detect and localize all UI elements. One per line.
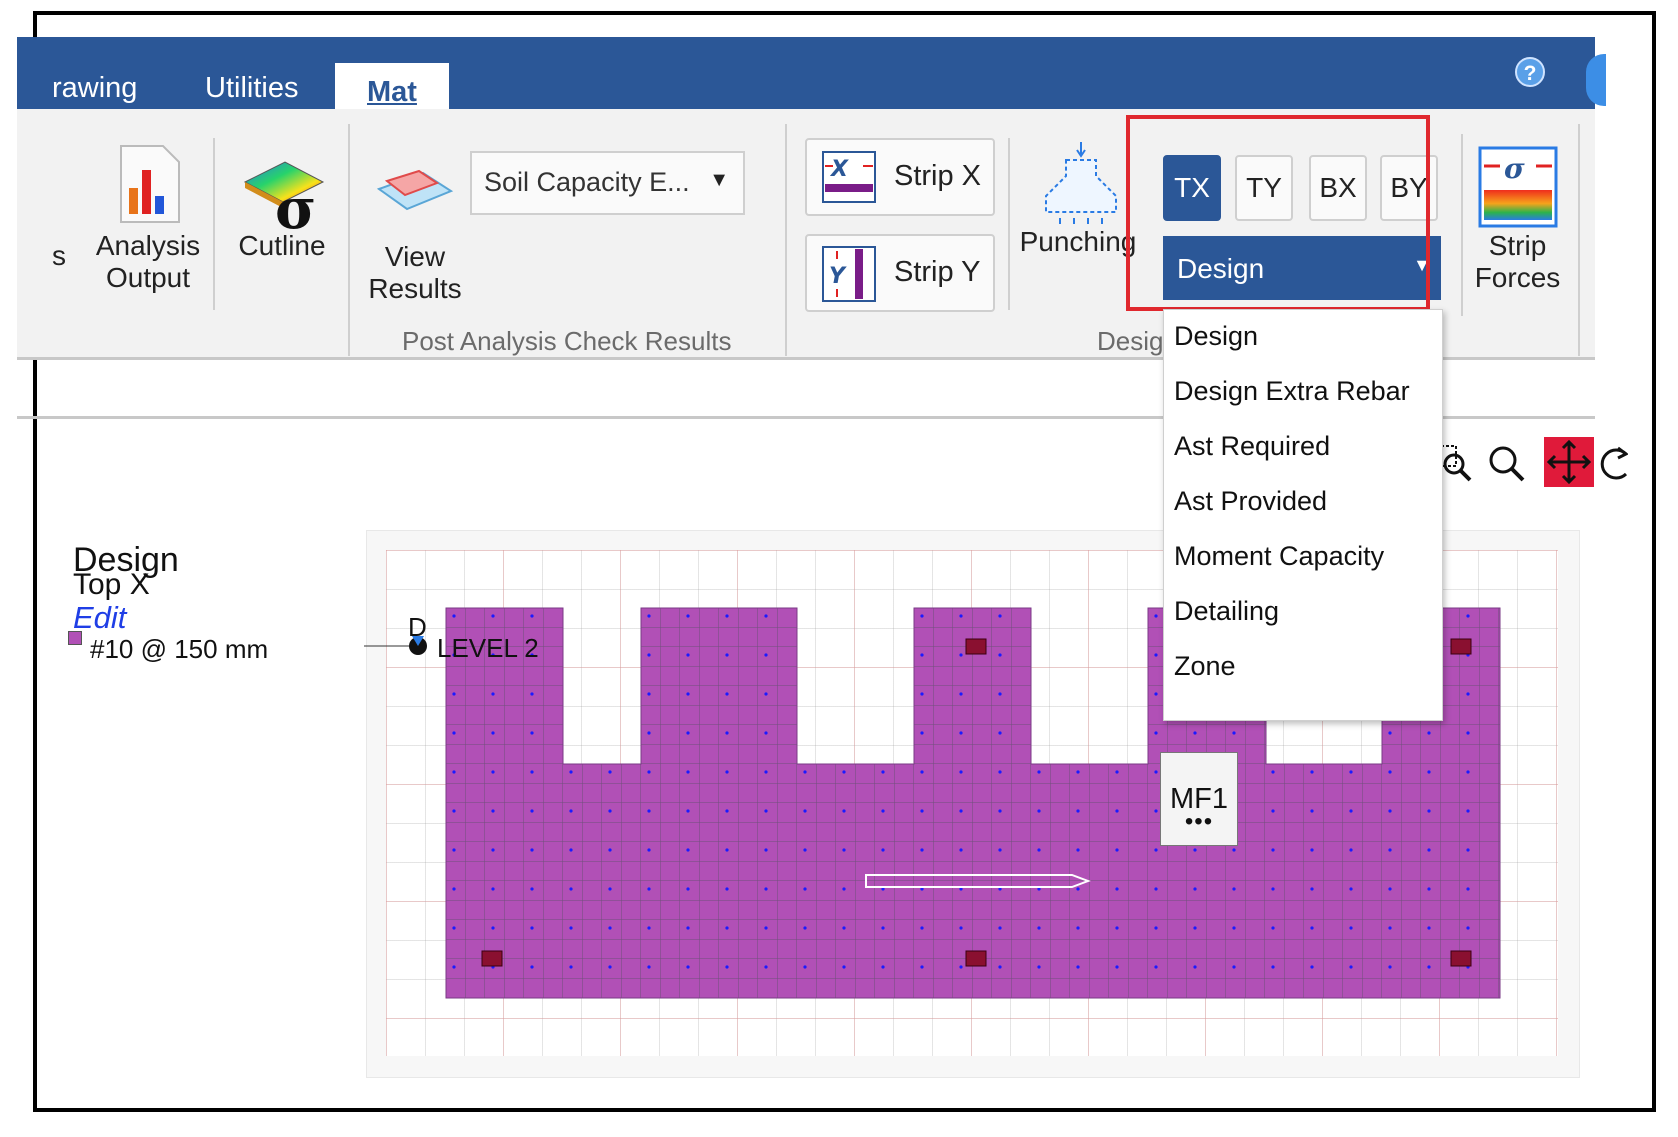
d-label: D [408, 612, 427, 642]
menu-item-ast-required[interactable]: Ast Required [1174, 431, 1330, 462]
more-icon: ••• [1184, 808, 1214, 835]
level-label: LEVEL 2 [437, 633, 539, 663]
mat-label-box[interactable]: MF1 ••• [1160, 752, 1238, 846]
menu-item-design-extra-rebar[interactable]: Design Extra Rebar [1174, 376, 1410, 407]
menu-item-ast-provided[interactable]: Ast Provided [1174, 486, 1327, 517]
menu-item-moment-capacity[interactable]: Moment Capacity [1174, 541, 1384, 572]
menu-item-detailing[interactable]: Detailing [1174, 596, 1279, 627]
menu-item-zone[interactable]: Zone [1174, 651, 1236, 682]
design-dropdown-menu: Design Design Extra Rebar Ast Required A… [1163, 309, 1443, 721]
menu-item-design[interactable]: Design [1174, 321, 1258, 352]
